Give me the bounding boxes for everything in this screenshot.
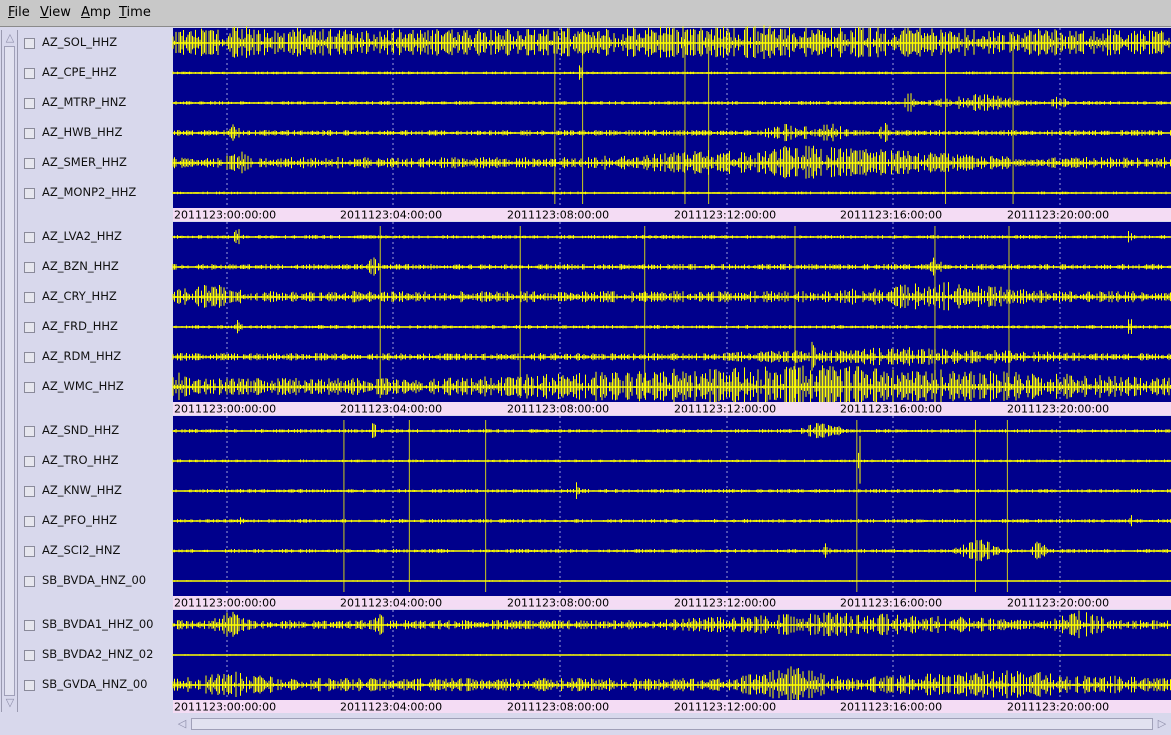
time-tick-label: 2011123:08:00:00 [507,403,609,416]
time-tick-label: 2011123:00:00:00 [174,701,276,714]
time-tick-label: 2011123:20:00:00 [1007,701,1109,714]
time-tick-label: 2011123:16:00:00 [840,403,942,416]
time-tick-label: 2011123:12:00:00 [674,403,776,416]
trace-panel[interactable] [173,416,1171,596]
time-tick-label: 2011123:12:00:00 [674,701,776,714]
triangle-left-icon[interactable]: ◁ [175,717,189,731]
seismogram-traces[interactable]: 2011123:00:00:00 2011123:04:00:00 2011123:… [0,0,1171,735]
time-tick-label: 2011123:04:00:00 [340,403,442,416]
time-tick-label: 2011123:04:00:00 [340,209,442,222]
time-tick-label: 2011123:12:00:00 [674,597,776,610]
time-tick-label: 2011123:16:00:00 [840,209,942,222]
time-tick-label: 2011123:00:00:00 [174,597,276,610]
time-tick-label: 2011123:20:00:00 [1007,209,1109,222]
horizontal-scrollbar[interactable]: ◁ ▷ [173,715,1171,735]
time-tick-label: 2011123:00:00:00 [174,403,276,416]
triangle-right-icon[interactable]: ▷ [1155,717,1169,731]
time-tick-label: 2011123:08:00:00 [507,209,609,222]
time-tick-label: 2011123:04:00:00 [340,597,442,610]
time-tick-label: 2011123:12:00:00 [674,209,776,222]
time-tick-label: 2011123:16:00:00 [840,597,942,610]
time-tick-label: 2011123:08:00:00 [507,701,609,714]
time-tick-label: 2011123:04:00:00 [340,701,442,714]
time-tick-label: 2011123:20:00:00 [1007,597,1109,610]
time-tick-label: 2011123:16:00:00 [840,701,942,714]
time-tick-label: 2011123:08:00:00 [507,597,609,610]
horizontal-scroll-thumb[interactable] [191,718,1153,730]
time-tick-label: 2011123:00:00:00 [174,209,276,222]
time-tick-label: 2011123:20:00:00 [1007,403,1109,416]
